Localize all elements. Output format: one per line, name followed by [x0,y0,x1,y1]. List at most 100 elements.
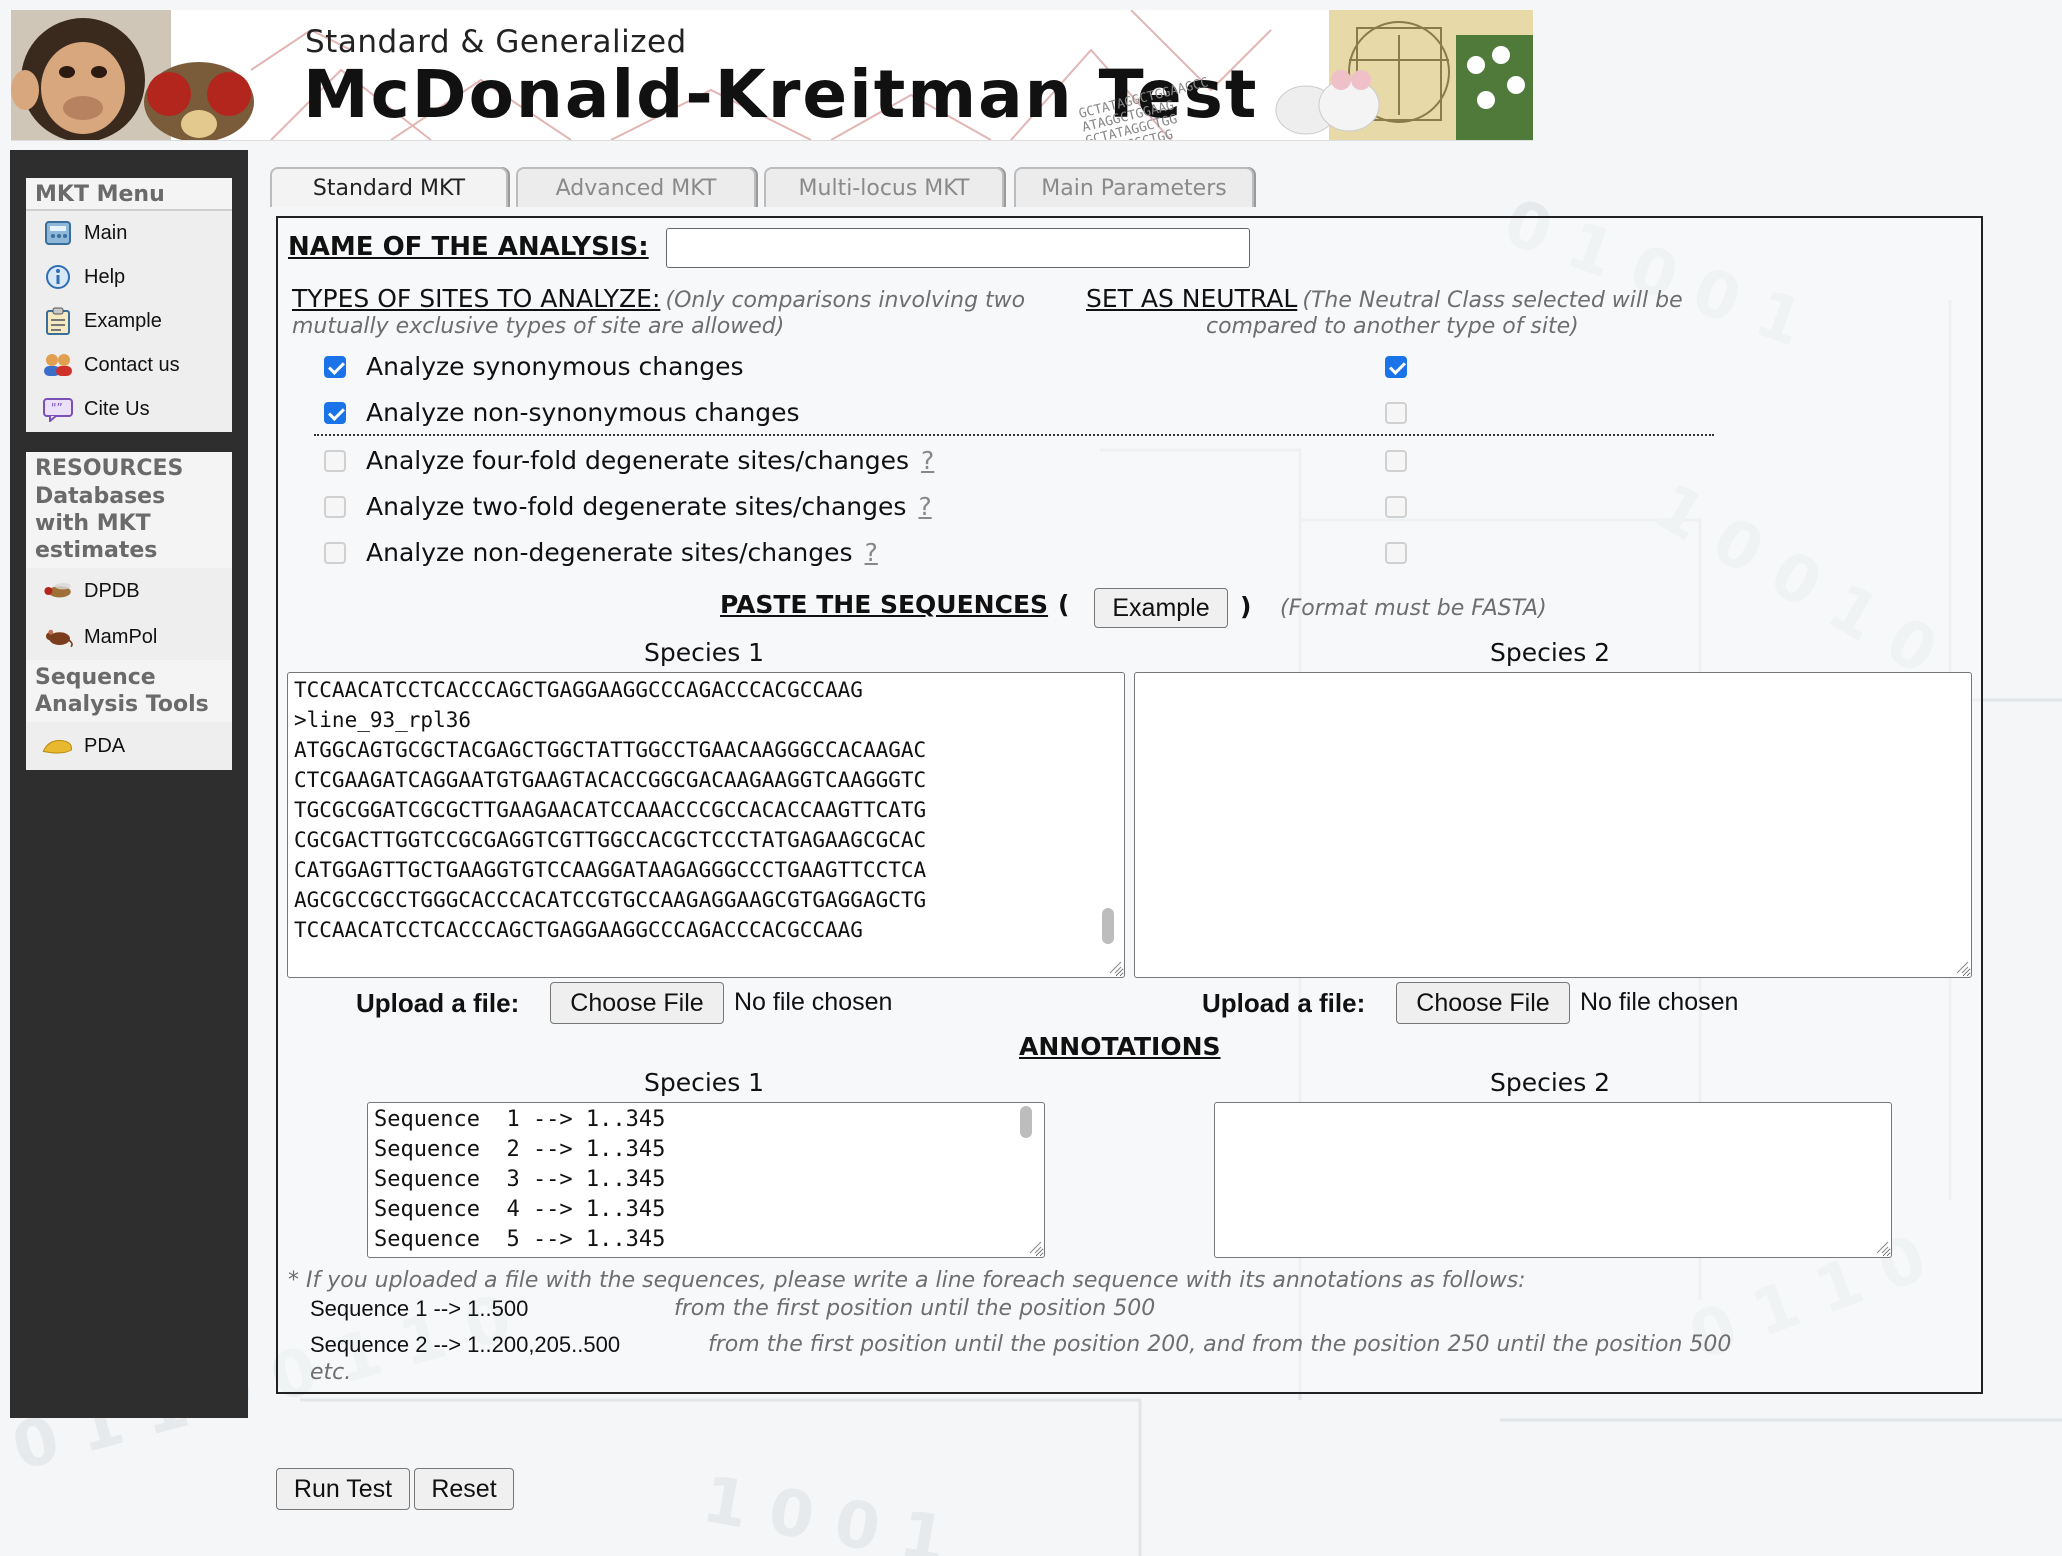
menu-item-help[interactable]: Help [26,255,232,299]
synonymous-checkbox[interactable] [324,356,346,378]
annotations-species-1-textarea[interactable] [367,1102,1045,1258]
example-button[interactable]: Example [1094,588,1228,628]
annotations-species-2-textarea[interactable] [1214,1102,1892,1258]
set-as-neutral-note: (The Neutral Class selected will be [1302,288,1683,313]
fly-icon [42,577,74,605]
species-2-resize-grip[interactable] [1955,960,1969,974]
resources-menu: RESOURCES Databases with MKT estimates D… [26,452,232,770]
run-test-button[interactable]: Run Test [276,1468,410,1510]
species-2-sequences-textarea[interactable] [1134,672,1972,978]
two-fold-neutral-checkbox[interactable] [1385,496,1407,518]
set-as-neutral-heading: SET AS NEUTRAL (The Neutral Class select… [1086,284,1683,313]
quote-icon: "” [42,395,74,423]
annotations-species-1-resize-grip[interactable] [1028,1240,1042,1254]
clipboard-icon [42,307,74,335]
two-fold-row: Analyze two-fold degenerate sites/change… [366,492,932,521]
non-degenerate-checkbox[interactable] [324,542,346,564]
annotations-species-2-label: Species 2 [1490,1068,1611,1097]
synonymous-neutral-checkbox[interactable] [1385,356,1407,378]
four-fold-label: Analyze four-fold degenerate sites/chang… [366,446,910,475]
tab-main-parameters[interactable]: Main Parameters [1014,167,1254,207]
menu-item-contact-label: Contact us [84,353,180,376]
set-as-neutral-note-2: compared to another type of site) [1206,314,1579,339]
species-1-sequences-label: Species 1 [644,638,765,667]
menu-item-main-label: Main [84,221,128,244]
menu-item-pda[interactable]: PDA [26,722,232,770]
two-fold-checkbox[interactable] [324,496,346,518]
paste-open-paren: ( [1058,590,1070,619]
non-synonymous-neutral-checkbox[interactable] [1385,402,1407,424]
svg-text:"”: "” [51,401,63,415]
menu-item-cite-label: Cite Us [84,397,150,420]
species-1-upload-row: Upload a file: [356,988,519,1019]
non-synonymous-label: Analyze non-synonymous changes [366,398,800,427]
annotation-example-2-desc: from the first position until the positi… [708,1332,1732,1357]
annotation-example-1-code: Sequence 1 --> 1..500 [310,1296,529,1321]
menu-item-mampol-label: MamPol [84,625,158,648]
species-1-upload-label: Upload a file [356,988,511,1018]
species-1-choose-file-button[interactable]: Choose File [550,982,724,1024]
tab-advanced-mkt-label: Advanced MKT [555,175,717,201]
resources-header: RESOURCES [26,452,232,483]
menu-item-mampol[interactable]: MamPol [26,614,232,660]
tab-standard-mkt[interactable]: Standard MKT [270,167,508,207]
non-degenerate-label: Analyze non-degenerate sites/changes [366,538,853,567]
annotations-species-2-resize-grip[interactable] [1875,1240,1889,1254]
non-degenerate-help-link[interactable]: ? [865,538,878,567]
menu-item-example[interactable]: Example [26,299,232,343]
species-1-sequences-textarea[interactable] [287,672,1125,978]
annotations-species-1-label: Species 1 [644,1068,765,1097]
analysis-name-input[interactable] [666,228,1250,268]
svg-text:1 0 0 1: 1 0 0 1 [697,1463,951,1556]
non-degenerate-neutral-checkbox[interactable] [1385,542,1407,564]
databases-label: Databases with MKT estimates [26,483,232,568]
site-banner: Standard & Generalized McDonald-Kreitman… [11,10,1533,141]
non-synonymous-checkbox[interactable] [324,402,346,424]
synonymous-label: Analyze synonymous changes [366,352,744,381]
fasta-format-note: (Format must be FASTA) [1280,596,1547,621]
annotation-example-2-code: Sequence 2 --> 1..200,205..500 [310,1332,621,1357]
species-1-scrollbar[interactable] [1102,908,1114,944]
mkt-menu-header: MKT Menu [26,178,232,211]
species-1-upload-colon: : [510,988,520,1018]
people-icon [42,351,74,379]
menu-item-cite[interactable]: "” Cite Us [26,387,232,431]
species-2-file-status: No file chosen [1580,988,1739,1016]
menu-item-example-label: Example [84,309,162,332]
mouse-icon [42,623,74,651]
types-of-sites-label: TYPES OF SITES TO ANALYZE: [292,284,661,313]
four-fold-help-link[interactable]: ? [921,446,934,475]
annotations-species-1-scrollbar[interactable] [1020,1106,1032,1138]
tab-advanced-mkt[interactable]: Advanced MKT [516,167,756,207]
types-of-sites-heading: TYPES OF SITES TO ANALYZE: (Only compari… [292,284,1025,313]
standard-mkt-form: NAME OF THE ANALYSIS: TYPES OF SITES TO … [276,216,1983,1394]
paste-sequences-heading: PASTE THE SEQUENCES ( [720,590,1069,619]
reset-button[interactable]: Reset [414,1468,514,1510]
menu-item-main[interactable]: Main [26,211,232,255]
set-as-neutral-label: SET AS NEUTRAL [1086,284,1298,313]
tab-multi-locus-mkt[interactable]: Multi-locus MKT [764,167,1004,207]
four-fold-neutral-checkbox[interactable] [1385,450,1407,472]
annotation-etc: etc. [310,1360,352,1385]
flower-image [1456,35,1533,140]
left-sidebar: MKT Menu Main Help Example Contact us "”… [10,150,248,1418]
menu-item-dpdb-label: DPDB [84,579,140,602]
banner-subtitle: Standard & Generalized [305,24,687,60]
species-2-sequences-label: Species 2 [1490,638,1611,667]
species-2-upload-row: Upload a file: [1202,988,1365,1019]
two-fold-label: Analyze two-fold degenerate sites/change… [366,492,907,521]
four-fold-checkbox[interactable] [324,450,346,472]
menu-item-help-label: Help [84,265,126,288]
species-1-file-status: No file chosen [734,988,893,1016]
two-fold-help-link[interactable]: ? [918,492,931,521]
tab-main-parameters-label: Main Parameters [1041,175,1227,201]
calculator-icon [42,219,74,247]
species-1-resize-grip[interactable] [1108,960,1122,974]
species-2-choose-file-button[interactable]: Choose File [1396,982,1570,1024]
species-2-upload-label: Upload a file [1202,988,1357,1018]
tools-label: Sequence Analysis Tools [26,660,232,722]
tab-multi-locus-mkt-label: Multi-locus MKT [798,175,970,201]
menu-item-contact[interactable]: Contact us [26,343,232,387]
info-icon [42,263,74,291]
menu-item-dpdb[interactable]: DPDB [26,568,232,614]
